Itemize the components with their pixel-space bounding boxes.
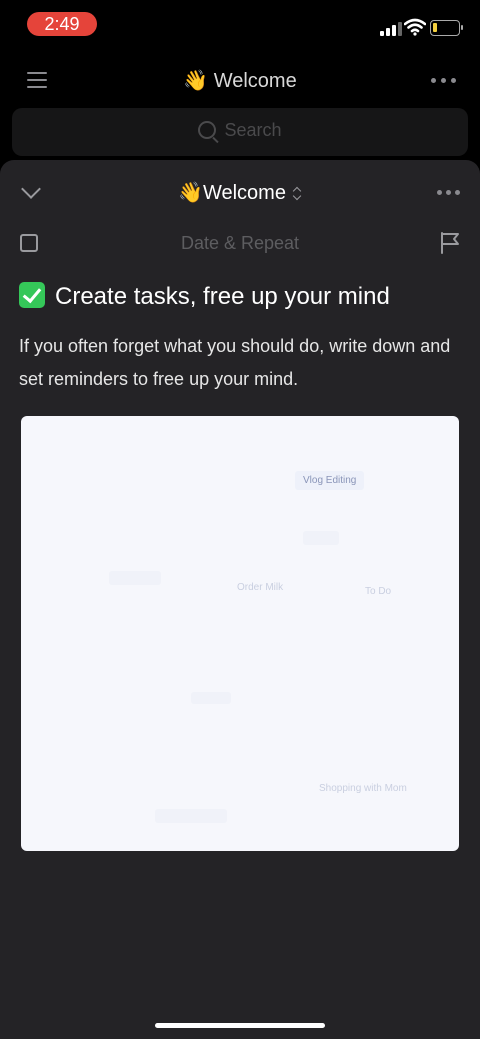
search-placeholder: Search: [224, 120, 282, 140]
battery-icon: [430, 20, 463, 36]
date-repeat-button[interactable]: Date & Repeat: [0, 233, 480, 254]
app-header: 👋 Welcome: [0, 56, 480, 108]
check-mark-button-icon: [19, 282, 45, 308]
cellular-signal-icon: [380, 22, 402, 36]
header-more-dots-icon[interactable]: [431, 78, 457, 84]
app-title: 👋 Welcome: [183, 70, 297, 92]
illustration-placeholder-block: [155, 809, 227, 823]
flag-icon[interactable]: [440, 232, 460, 254]
wifi-icon: [404, 18, 426, 36]
illustration-placeholder-block: [109, 571, 161, 585]
illustration-tag: To Do: [365, 586, 392, 597]
illustration-tag: Order Milk: [237, 582, 284, 593]
task-detail-sheet: 👋Welcome Date & Repeat Create tasks, fre…: [0, 160, 480, 1039]
task-description[interactable]: If you often forget what you should do, …: [19, 330, 459, 396]
battery-level: [433, 23, 437, 32]
illustration-tag: Vlog Editing: [295, 471, 365, 490]
illustration-placeholder-block: [303, 531, 339, 545]
search-icon: [198, 121, 217, 139]
sheet-more-dots-icon[interactable]: [437, 190, 463, 196]
illustration-placeholder-block: [191, 692, 231, 704]
search-bar[interactable]: Search: [12, 108, 468, 156]
task-title-row[interactable]: Create tasks, free up your mind: [19, 282, 390, 311]
status-time: 2:49: [27, 12, 97, 36]
list-switcher[interactable]: 👋Welcome: [0, 180, 480, 205]
up-down-chevron-icon: [292, 186, 302, 200]
home-indicator[interactable]: [155, 1023, 325, 1028]
task-illustration[interactable]: Vlog Editing Order Milk To Do Shopping w…: [21, 416, 459, 851]
status-bar: 2:49: [0, 0, 480, 50]
illustration-tag: Shopping with Mom: [319, 783, 407, 794]
task-title: Create tasks, free up your mind: [55, 283, 390, 310]
list-title: 👋Welcome: [178, 182, 286, 204]
